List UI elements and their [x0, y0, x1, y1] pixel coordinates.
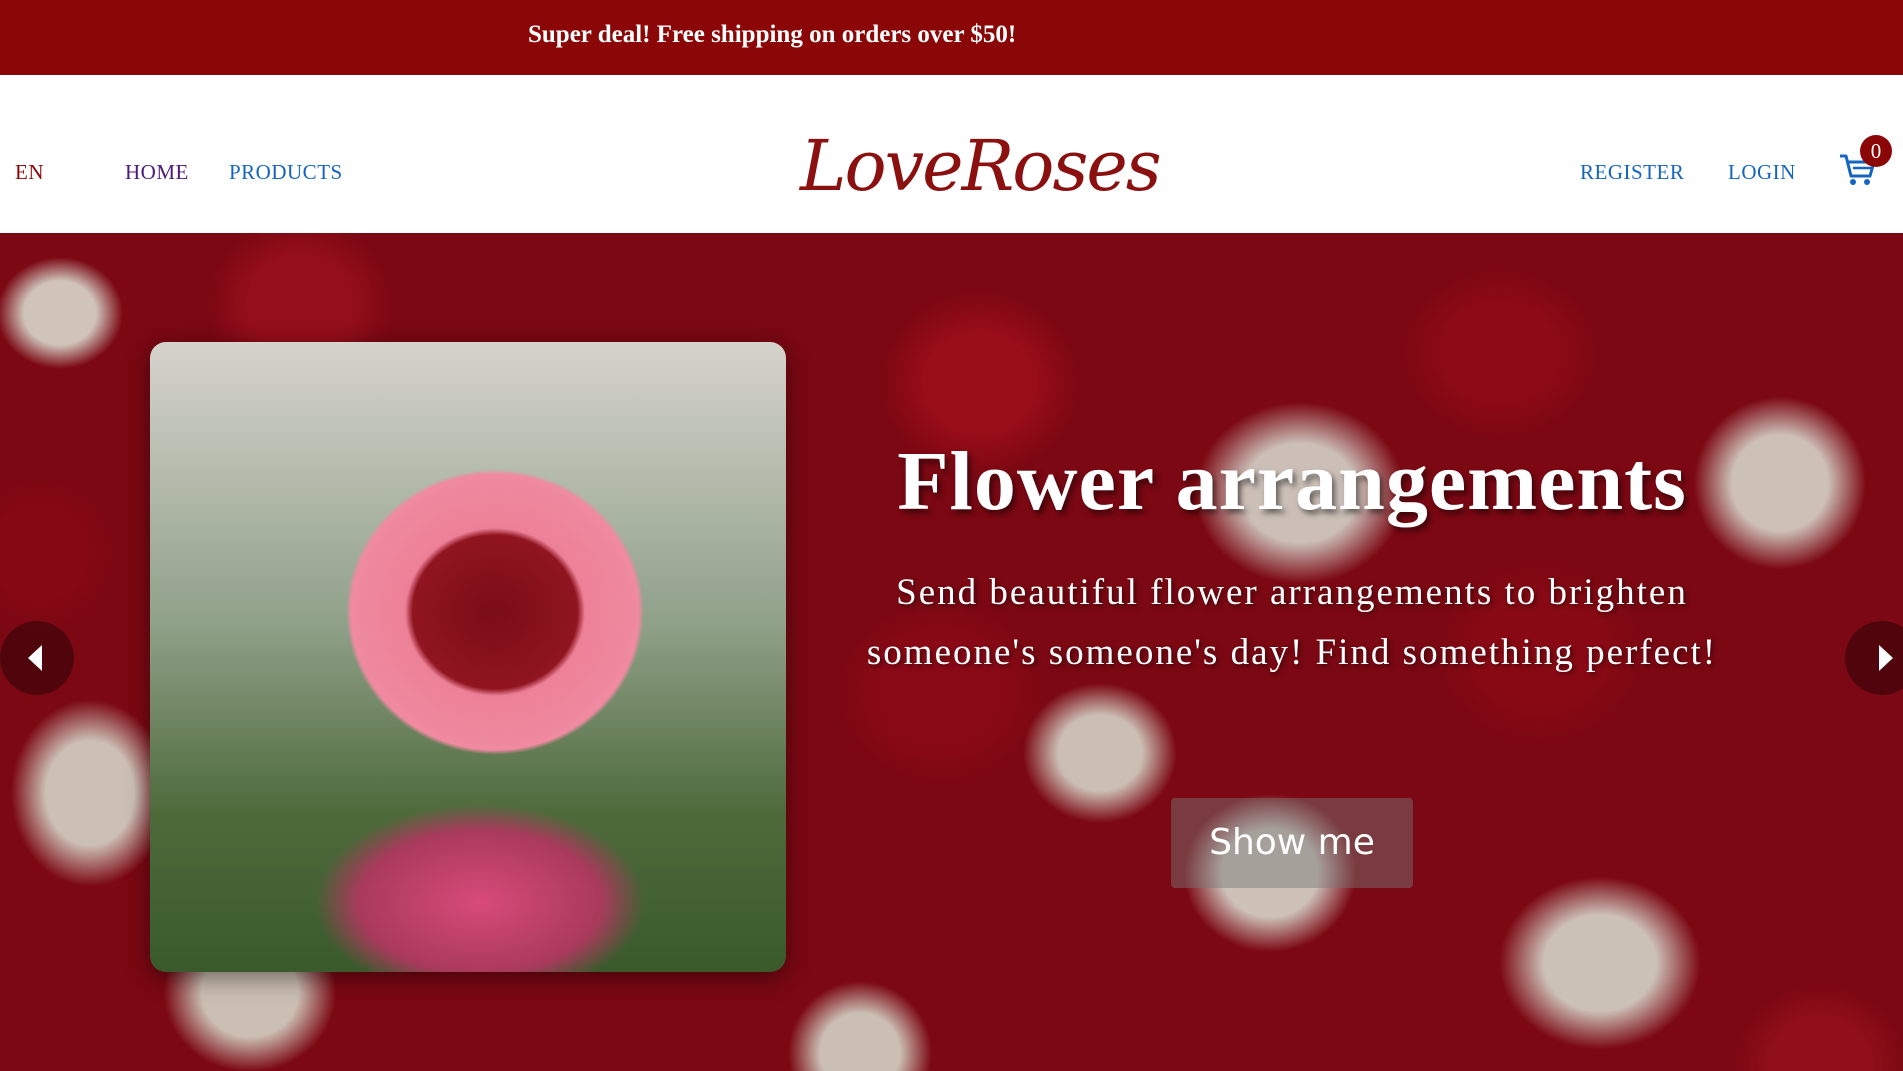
register-link[interactable]: REGISTER: [1580, 160, 1684, 185]
promo-text: Super deal! Free shipping on orders over…: [528, 21, 1017, 48]
hero-product-image: [150, 342, 786, 972]
hero-description: Send beautiful flower arrangements to br…: [866, 572, 1718, 673]
login-link[interactable]: LOGIN: [1728, 160, 1796, 185]
chevron-left-icon: [28, 645, 42, 671]
hero-title: Flower arrangements: [897, 435, 1687, 528]
show-me-button[interactable]: Show me: [1171, 798, 1413, 888]
carousel-prev-button[interactable]: [0, 621, 74, 695]
nav-home[interactable]: HOME: [125, 160, 189, 185]
site-header: EN HOME PRODUCTS LoveRoses REGISTER LOGI…: [0, 75, 1903, 233]
hero-carousel: Flower arrangements Send beautiful flowe…: [0, 233, 1903, 1071]
language-selector[interactable]: EN: [15, 160, 44, 185]
site-logo[interactable]: LoveRoses: [800, 125, 1162, 207]
nav-products[interactable]: PRODUCTS: [229, 160, 343, 185]
chevron-right-icon: [1879, 645, 1893, 671]
cart-count-badge: 0: [1860, 135, 1892, 167]
promo-banner: Super deal! Free shipping on orders over…: [0, 0, 1903, 75]
hero-content: Flower arrangements Send beautiful flowe…: [862, 233, 1722, 1071]
